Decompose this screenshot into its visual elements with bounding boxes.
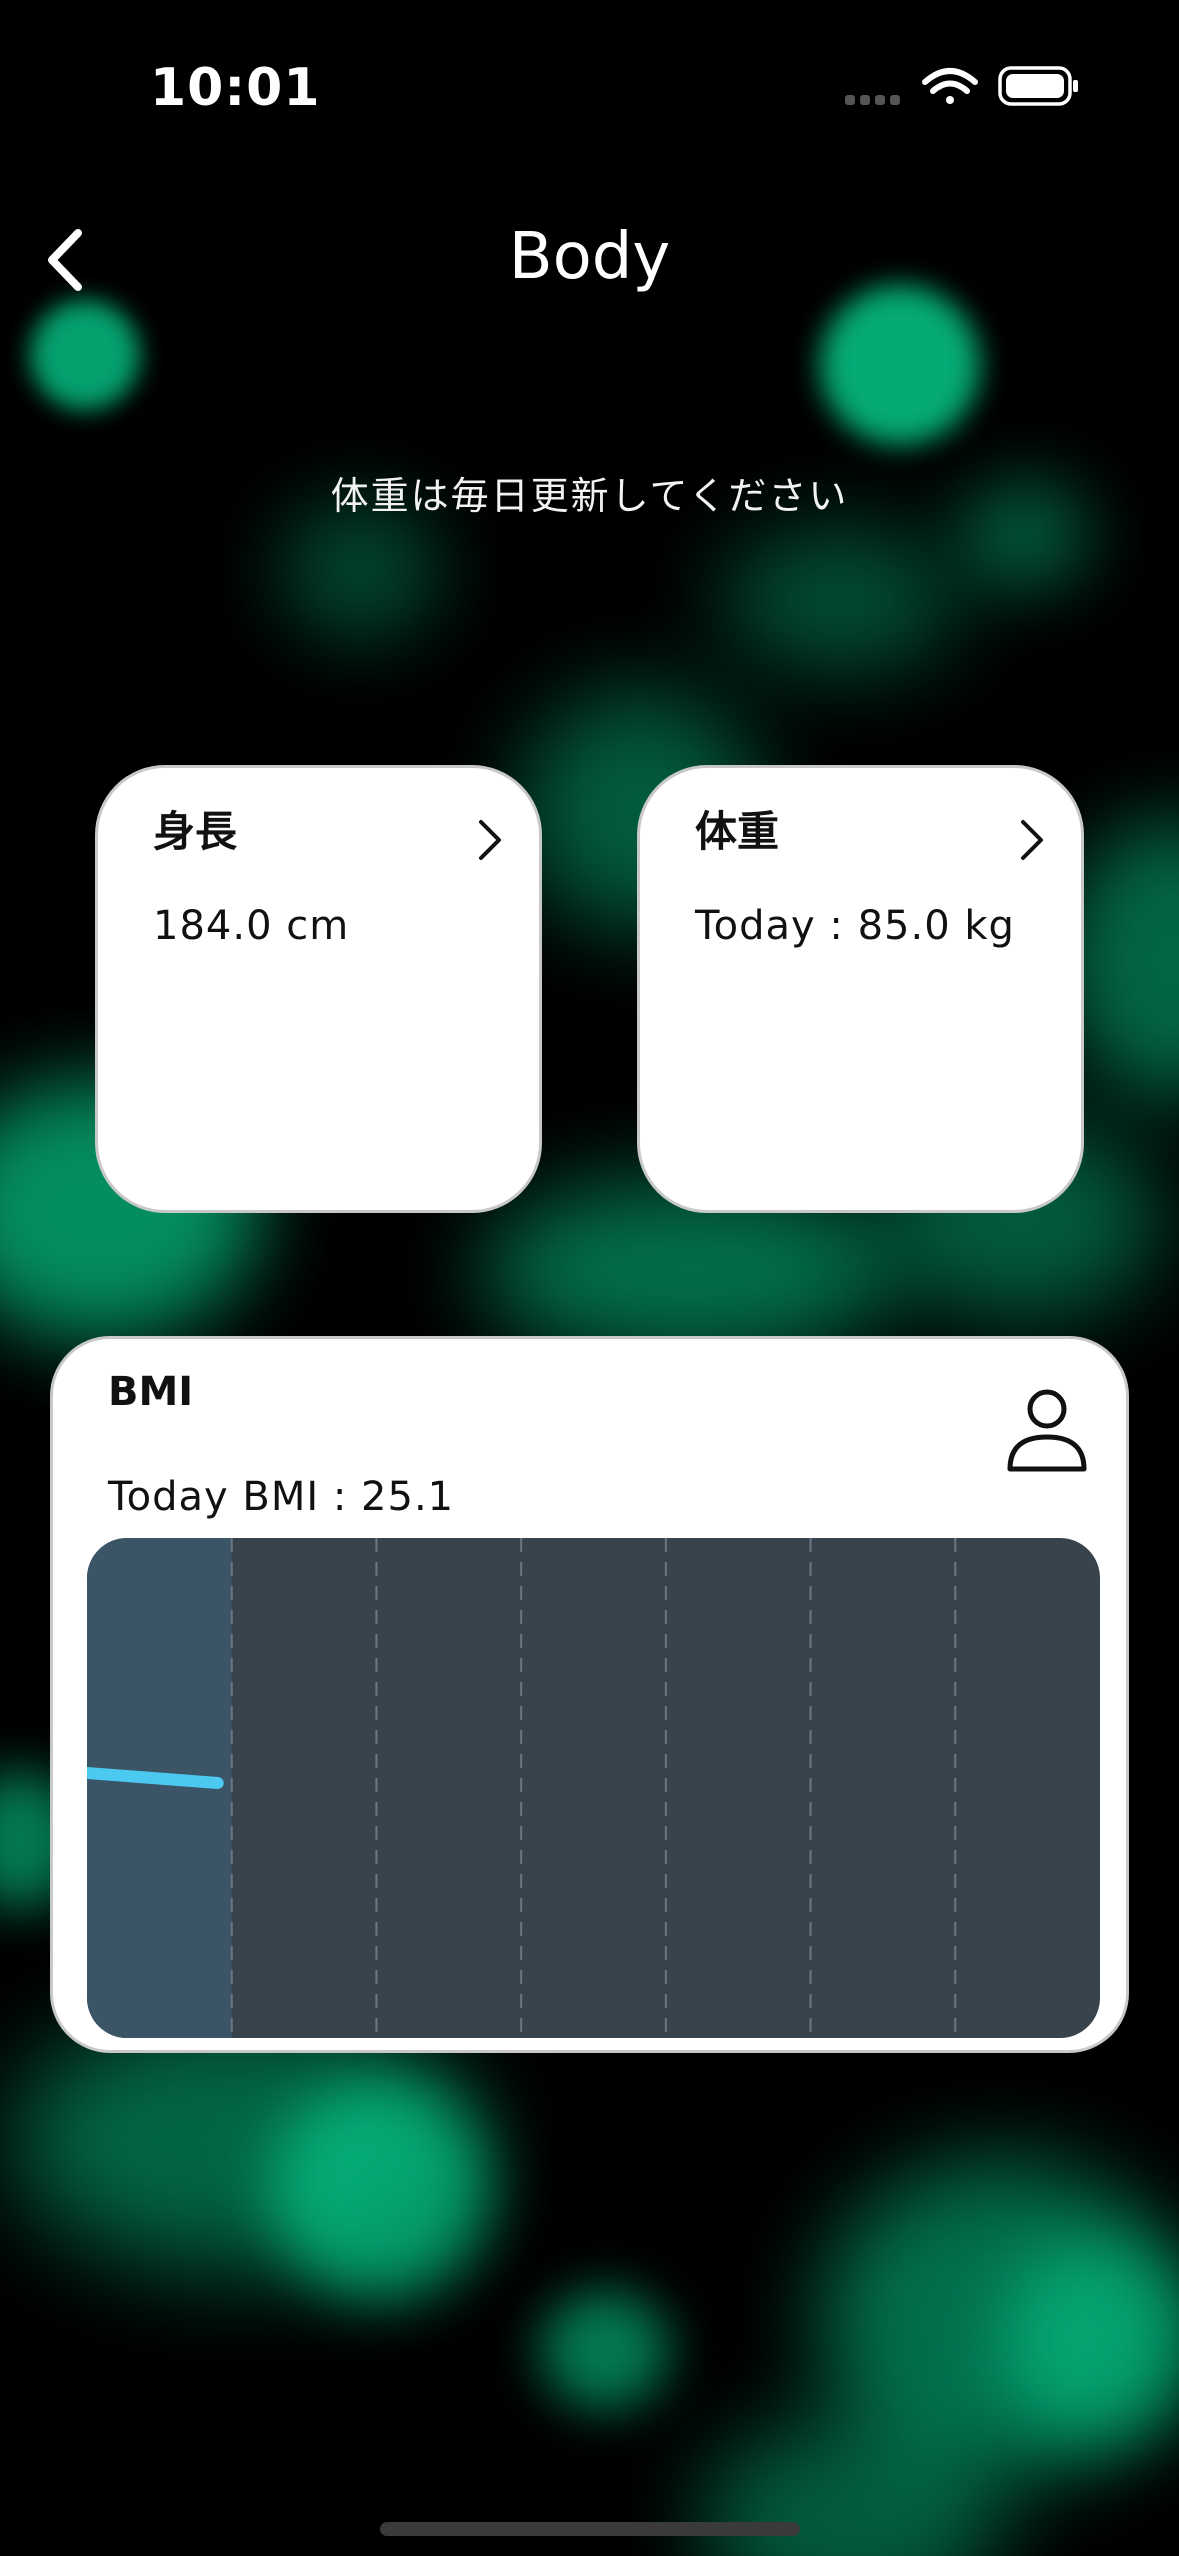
wifi-icon	[922, 68, 978, 104]
page-title: Body	[508, 220, 671, 294]
status-icons	[840, 62, 1080, 112]
weight-card[interactable]: 体重 Today : 85.0 kg	[637, 765, 1084, 1213]
person-icon[interactable]	[1004, 1385, 1090, 1475]
bmi-chart-svg	[87, 1538, 957, 2038]
back-button[interactable]	[40, 225, 100, 295]
chevron-right-icon	[1021, 820, 1043, 860]
height-value: 184.0 cm	[153, 903, 350, 949]
status-time: 10:01	[150, 58, 321, 118]
chevron-right-icon	[479, 820, 501, 860]
signal-dots-icon	[845, 95, 900, 105]
home-indicator	[380, 2522, 800, 2536]
height-card[interactable]: 身長 184.0 cm	[95, 765, 542, 1213]
update-weight-hint: 体重は毎日更新してください	[330, 474, 849, 518]
bmi-chart	[87, 1538, 1100, 2038]
chevron-left-icon	[48, 229, 82, 291]
bmi-card[interactable]: BMI Today BMI : 25.1	[50, 1336, 1129, 2053]
height-card-title: 身長	[153, 807, 238, 856]
bmi-value: Today BMI : 25.1	[108, 1474, 455, 1520]
weight-value: Today : 85.0 kg	[695, 903, 1015, 949]
bmi-card-title: BMI	[108, 1369, 194, 1415]
battery-icon	[998, 66, 1078, 106]
background-glow	[0, 0, 1179, 2556]
weight-card-title: 体重	[695, 807, 780, 856]
